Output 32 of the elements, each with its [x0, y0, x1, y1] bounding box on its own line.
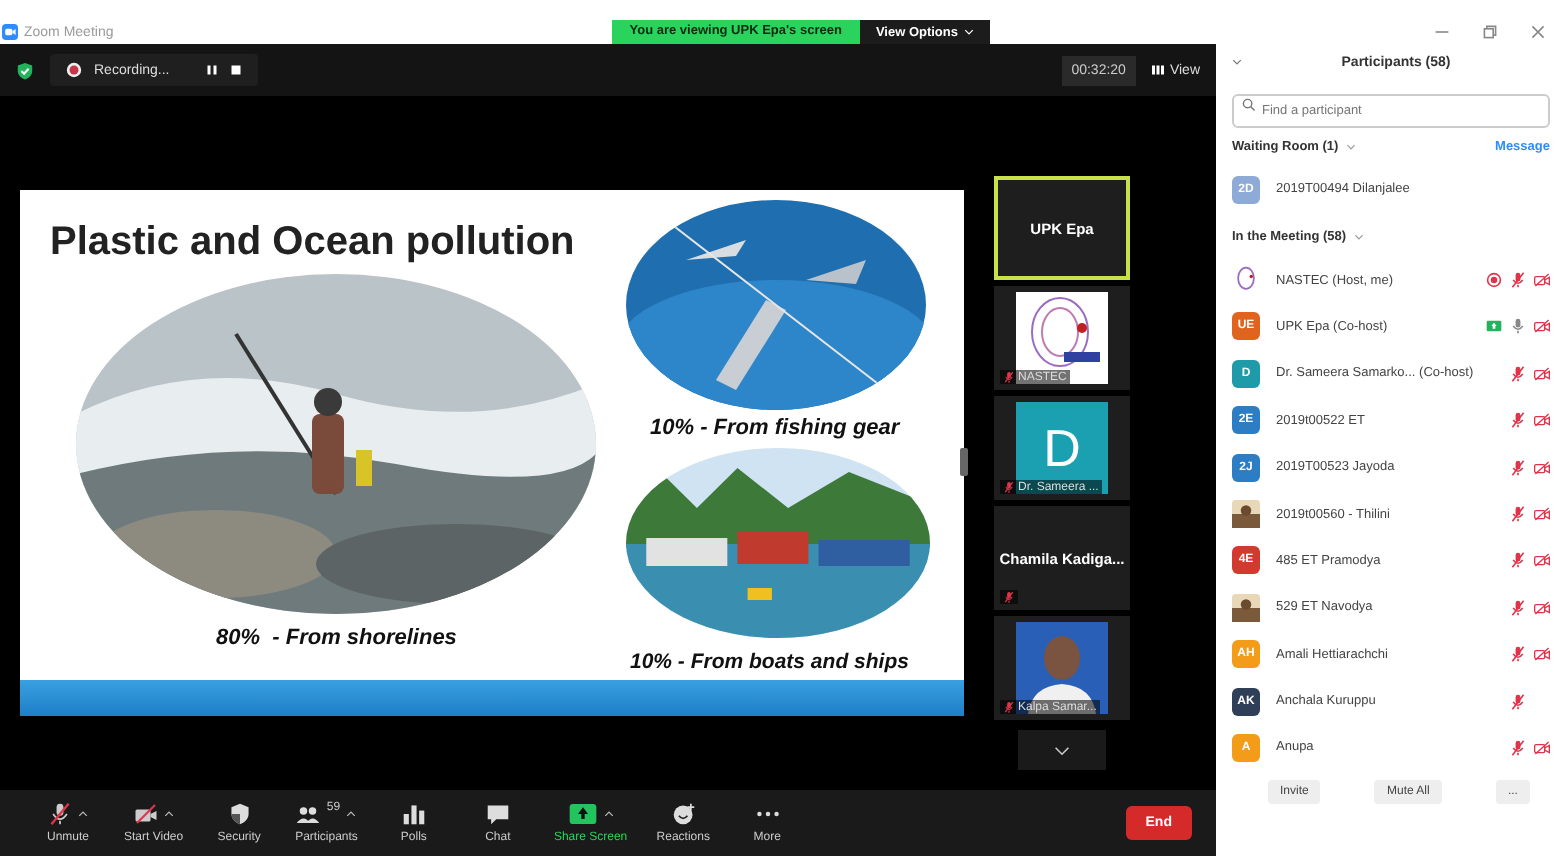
slide-caption: 10% - From fishing gear [650, 416, 900, 440]
share-screen-icon [567, 802, 598, 826]
shield-icon[interactable] [16, 61, 34, 79]
slide-caption: 10% - From boats and ships [630, 650, 909, 674]
grid-icon [1151, 64, 1164, 76]
logo-icon [1232, 266, 1260, 295]
chevron-down-icon[interactable] [1346, 143, 1357, 149]
muted-mic-icon [48, 802, 72, 826]
caret-icon[interactable] [163, 810, 174, 818]
close-icon[interactable] [1530, 24, 1546, 40]
record-icon [66, 62, 82, 78]
caret-icon[interactable] [603, 810, 614, 818]
caret-icon[interactable] [346, 810, 357, 818]
slide-caption: 80% - From shorelines [216, 626, 457, 650]
chat-icon [485, 802, 510, 826]
pause-icon[interactable] [205, 64, 218, 76]
chevron-down-icon [1054, 745, 1070, 755]
caret-icon [964, 28, 974, 36]
search-icon [1242, 98, 1256, 112]
slide-title: Plastic and Ocean pollution [50, 220, 575, 266]
logo-icon [1016, 292, 1108, 384]
chevron-down-icon[interactable] [1354, 233, 1365, 240]
stop-icon[interactable] [229, 64, 242, 76]
restore-icon[interactable] [1482, 24, 1498, 40]
video-off-icon [133, 802, 158, 826]
bar-chart-icon [401, 802, 426, 826]
caret-icon[interactable] [78, 810, 88, 818]
people-icon [296, 802, 321, 826]
divider-handle[interactable] [960, 448, 968, 476]
chevron-down-icon[interactable] [1232, 58, 1242, 66]
smiley-icon [671, 802, 696, 826]
shield-icon [227, 802, 252, 826]
